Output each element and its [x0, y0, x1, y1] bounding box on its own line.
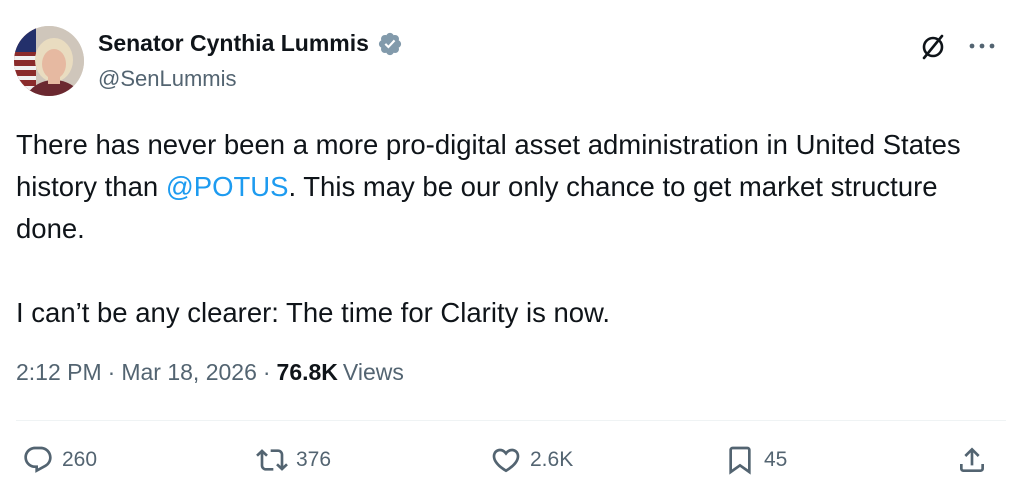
mention-potus-link[interactable]: @POTUS [166, 171, 289, 202]
tweet-date[interactable]: Mar 18, 2026 [121, 359, 257, 386]
verified-badge-icon[interactable] [377, 31, 403, 57]
reply-icon [24, 446, 52, 473]
reply-count: 260 [62, 448, 98, 471]
repost-button[interactable]: 376 [256, 444, 331, 476]
bookmark-button[interactable]: 45 [724, 444, 787, 476]
author-handle[interactable]: @SenLummis [98, 66, 237, 92]
views-count: 76.8K [276, 359, 338, 385]
like-button[interactable]: 2.6K [490, 444, 573, 476]
grok-icon[interactable] [918, 30, 950, 62]
share-icon [960, 447, 984, 472]
tweet-text-paragraph2: I can’t be any clearer: The time for Cla… [16, 297, 611, 328]
bookmark-icon [729, 446, 751, 475]
share-button[interactable] [956, 444, 988, 476]
author-avatar[interactable] [14, 26, 84, 96]
repost-count: 376 [296, 448, 332, 471]
like-count: 2.6K [530, 448, 574, 471]
author-name[interactable]: Senator Cynthia Lummis [98, 30, 369, 57]
bookmark-count: 45 [764, 448, 788, 471]
reply-button[interactable]: 260 [22, 444, 97, 476]
avatar-photo-icon [14, 26, 84, 96]
meta-separator: · [107, 359, 116, 385]
more-options-icon[interactable] [964, 30, 1000, 62]
tweet-meta: 2:12 PM · Mar 18, 2026 · 76.8K Views [16, 359, 404, 386]
divider [16, 420, 1006, 421]
tweet-text: There has never been a more pro-digital … [16, 124, 1006, 334]
heart-icon [492, 448, 520, 473]
meta-separator: · [262, 359, 271, 385]
tweet-time[interactable]: 2:12 PM [16, 359, 102, 386]
tweet: Senator Cynthia Lummis @SenLummis There … [0, 0, 1024, 495]
views-label: Views [342, 359, 404, 385]
repost-icon [256, 449, 288, 471]
